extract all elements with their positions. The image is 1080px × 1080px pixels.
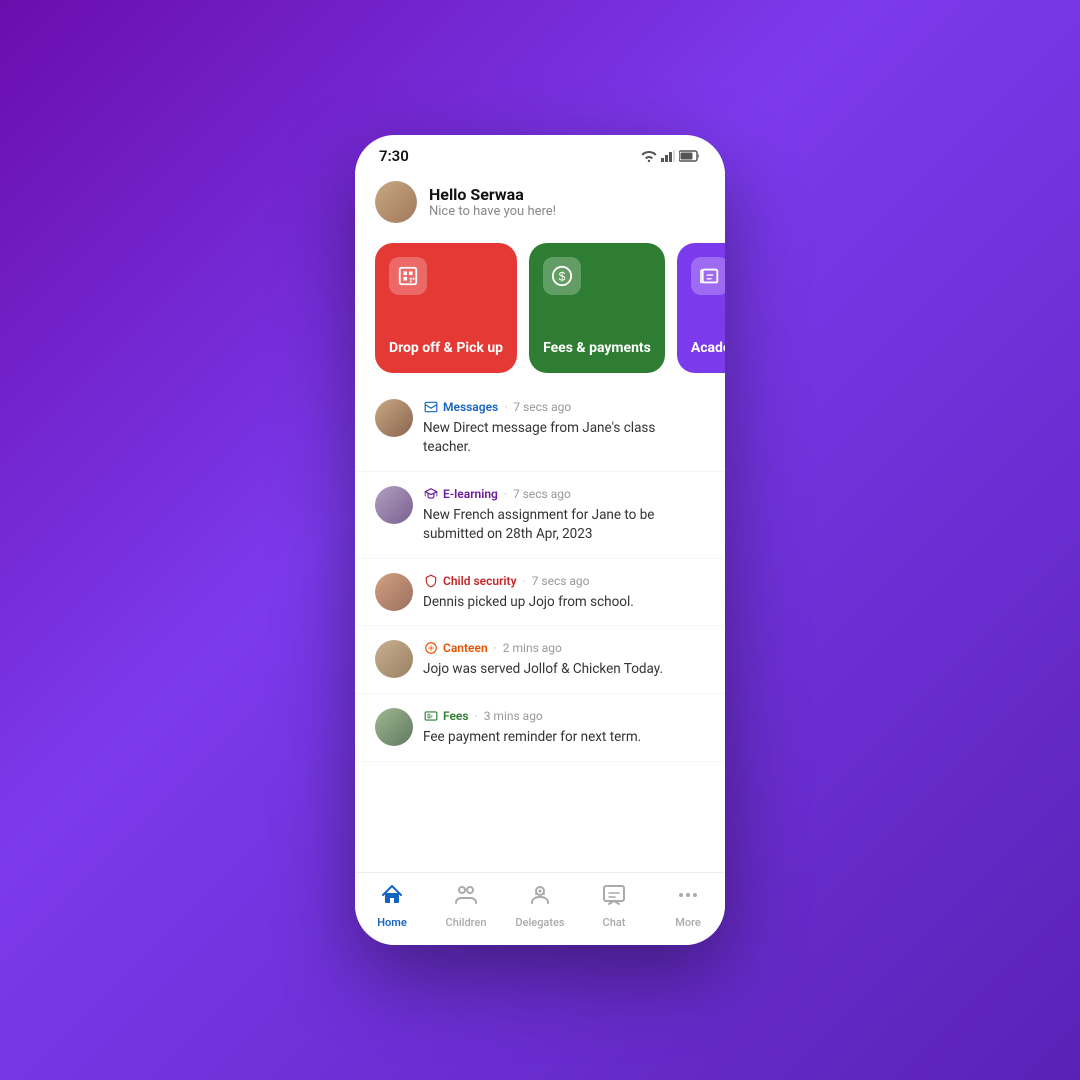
more-label: More [675, 916, 701, 929]
nav-item-more[interactable]: More [658, 883, 718, 929]
phone-frame: 7:30 Hello Serwaa [355, 135, 725, 945]
header: Hello Serwaa Nice to have you here! [355, 173, 725, 235]
battery-icon [679, 150, 701, 162]
feed-content-2: E-learning · 7 secs ago New French assig… [423, 486, 705, 544]
feed-tag-messages: Messages [423, 399, 498, 415]
elearning-tag-icon [423, 486, 439, 502]
feed-avatar-4 [375, 640, 413, 678]
feed-meta-3: Child security · 7 secs ago [423, 573, 705, 589]
action-card-dropoff[interactable]: Drop off & Pick up [375, 243, 517, 373]
feed-content-3: Child security · 7 secs ago Dennis picke… [423, 573, 705, 612]
signal-icon [661, 150, 675, 162]
feed-text-2: New French assignment for Jane to be sub… [423, 506, 705, 544]
status-icons [641, 150, 701, 162]
feed-text-3: Dennis picked up Jojo from school. [423, 593, 705, 612]
feed-item-childsecurity[interactable]: Child security · 7 secs ago Dennis picke… [355, 559, 725, 627]
chat-icon [602, 883, 626, 913]
feed-time-1: 7 secs ago [513, 400, 571, 414]
status-time: 7:30 [379, 147, 409, 165]
feed-time-5: 3 mins ago [484, 709, 543, 723]
feed-text-4: Jojo was served Jollof & Chicken Today. [423, 660, 705, 679]
feed-meta-1: Messages · 7 secs ago [423, 399, 705, 415]
feed-time-2: 7 secs ago [513, 487, 571, 501]
feed-meta-2: E-learning · 7 secs ago [423, 486, 705, 502]
feed-tag-elearning: E-learning [423, 486, 498, 502]
greeting-name: Hello Serwaa [429, 185, 556, 204]
nav-item-delegates[interactable]: Delegates [510, 883, 570, 929]
messages-tag-icon [423, 399, 439, 415]
action-card-fees[interactable]: $ Fees & payments [529, 243, 665, 373]
activity-feed: Messages · 7 secs ago New Direct message… [355, 385, 725, 872]
feed-text-1: New Direct message from Jane's class tea… [423, 419, 705, 457]
canteen-tag-label: Canteen [443, 641, 488, 655]
nav-item-chat[interactable]: Chat [584, 883, 644, 929]
fees-tag-label: Fees [443, 709, 469, 723]
more-icon [676, 883, 700, 913]
feed-avatar-2 [375, 486, 413, 524]
nav-item-home[interactable]: Home [362, 883, 422, 929]
dropoff-icon [389, 257, 427, 295]
feed-item-fees[interactable]: Fees · 3 mins ago Fee payment reminder f… [355, 694, 725, 762]
status-bar: 7:30 [355, 135, 725, 173]
wifi-icon [641, 150, 657, 162]
delegates-label: Delegates [515, 916, 564, 929]
academics-label: Academi... [691, 339, 725, 357]
feed-avatar-5 [375, 708, 413, 746]
messages-tag-label: Messages [443, 400, 498, 414]
feed-tag-childsecurity: Child security [423, 573, 517, 589]
feed-content-5: Fees · 3 mins ago Fee payment reminder f… [423, 708, 705, 747]
feed-item-messages[interactable]: Messages · 7 secs ago New Direct message… [355, 385, 725, 472]
feed-time-3: 7 secs ago [532, 574, 590, 588]
feed-item-canteen[interactable]: Canteen · 2 mins ago Jojo was served Jol… [355, 626, 725, 694]
greeting: Hello Serwaa Nice to have you here! [429, 185, 556, 219]
feed-meta-5: Fees · 3 mins ago [423, 708, 705, 724]
fees-tag-icon [423, 708, 439, 724]
fees-label: Fees & payments [543, 339, 651, 357]
delegates-icon [528, 883, 552, 913]
quick-actions: Drop off & Pick up $ Fees & payments [355, 235, 725, 385]
children-icon [454, 883, 478, 913]
feed-meta-4: Canteen · 2 mins ago [423, 640, 705, 656]
feed-avatar-3 [375, 573, 413, 611]
action-card-academics[interactable]: Academi... [677, 243, 725, 373]
feed-time-4: 2 mins ago [503, 641, 562, 655]
feed-content-1: Messages · 7 secs ago New Direct message… [423, 399, 705, 457]
home-icon [380, 883, 404, 913]
home-label: Home [377, 916, 407, 929]
elearning-tag-label: E-learning [443, 487, 498, 501]
childsecurity-tag-icon [423, 573, 439, 589]
fees-icon: $ [543, 257, 581, 295]
bottom-nav: Home Children [355, 872, 725, 945]
children-label: Children [446, 916, 487, 929]
greeting-subtitle: Nice to have you here! [429, 204, 556, 219]
canteen-tag-icon [423, 640, 439, 656]
feed-content-4: Canteen · 2 mins ago Jojo was served Jol… [423, 640, 705, 679]
nav-item-children[interactable]: Children [436, 883, 496, 929]
feed-tag-fees: Fees [423, 708, 469, 724]
svg-text:$: $ [559, 270, 566, 284]
childsecurity-tag-label: Child security [443, 574, 517, 588]
academics-icon [691, 257, 725, 295]
dropoff-label: Drop off & Pick up [389, 339, 503, 357]
feed-text-5: Fee payment reminder for next term. [423, 728, 705, 747]
chat-label: Chat [603, 916, 626, 929]
feed-item-elearning[interactable]: E-learning · 7 secs ago New French assig… [355, 472, 725, 559]
feed-avatar-1 [375, 399, 413, 437]
user-avatar [375, 181, 417, 223]
feed-tag-canteen: Canteen [423, 640, 488, 656]
